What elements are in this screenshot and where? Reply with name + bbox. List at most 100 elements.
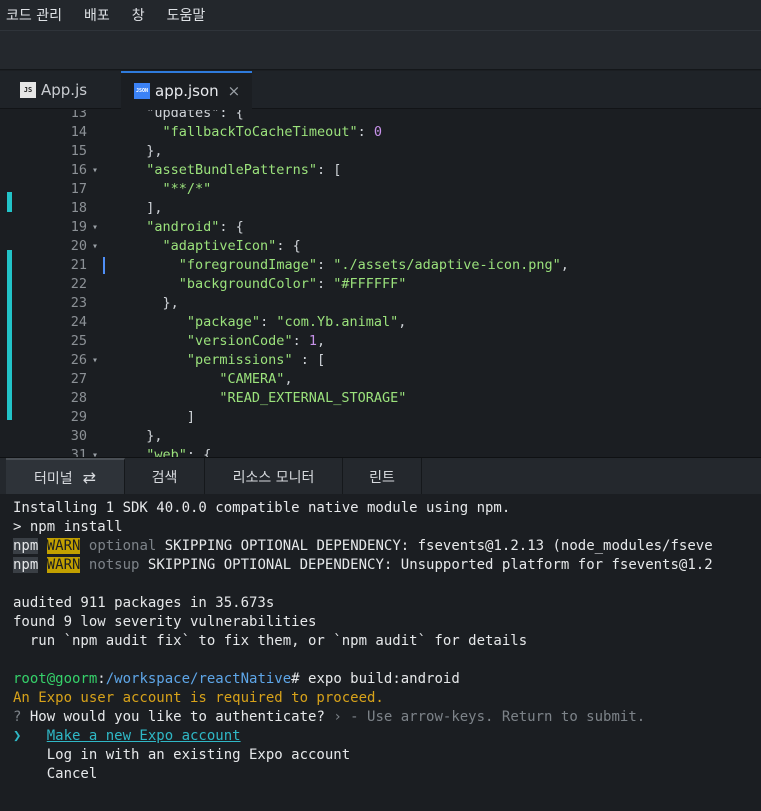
line-number: 16 xyxy=(70,162,87,178)
code-text: "fallbackToCacheTimeout": 0 xyxy=(162,124,382,140)
terminal-line: Cancel xyxy=(13,766,98,782)
menu-window[interactable]: 창 xyxy=(132,5,145,25)
line-number: 13 xyxy=(70,110,87,121)
code-line[interactable]: 22 "backgroundColor": "#FFFFFF" xyxy=(0,275,761,294)
code-text: "android": { xyxy=(146,219,244,235)
code-text: "web": { xyxy=(146,447,212,457)
line-number: 23 xyxy=(70,295,87,311)
js-file-icon: JS xyxy=(20,82,36,98)
fold-arrow-icon[interactable]: ▾ xyxy=(92,237,98,256)
fold-arrow-icon[interactable]: ▾ xyxy=(92,351,98,370)
code-line[interactable]: 18 ], xyxy=(0,199,761,218)
tab-search[interactable]: 검색 xyxy=(125,458,205,495)
fold-arrow-icon[interactable]: ▾ xyxy=(92,446,98,457)
line-number: 26 xyxy=(70,352,87,368)
tab-app-json[interactable]: JSON app.json × xyxy=(121,71,252,109)
line-number: 22 xyxy=(70,276,87,292)
tab-label: 리소스 모니터 xyxy=(232,469,315,486)
code-line[interactable]: 20 ▾ "adaptiveIcon": { xyxy=(0,237,761,256)
line-number: 27 xyxy=(70,371,87,387)
code-line[interactable]: 13 "updates": { xyxy=(0,110,761,123)
terminal-line: root@goorm:/workspace/reactNative# expo … xyxy=(13,671,460,687)
close-icon[interactable]: × xyxy=(228,82,241,100)
code-text: "backgroundColor": "#FFFFFF" xyxy=(178,276,407,292)
code-line[interactable]: 23 }, xyxy=(0,294,761,313)
fold-arrow-icon[interactable]: ▾ xyxy=(92,218,98,237)
code-text: }, xyxy=(146,143,163,159)
line-number: 21 xyxy=(70,257,87,273)
terminal-line: found 9 low severity vulnerabilities xyxy=(13,614,317,630)
code-text: "permissions" : [ xyxy=(186,352,326,368)
text-cursor xyxy=(103,257,105,274)
code-line[interactable]: 30 }, xyxy=(0,427,761,446)
terminal-line: Installing 1 SDK 40.0.0 compatible nativ… xyxy=(13,500,511,516)
code-line[interactable]: 29 ] xyxy=(0,408,761,427)
editor-tabbar: JS App.js JSON app.json × xyxy=(0,71,761,109)
menu-bar: 코드 관리 배포 창 도움말 xyxy=(0,0,761,30)
code-text: }, xyxy=(162,295,179,311)
line-number: 31 xyxy=(70,447,87,457)
code-line[interactable]: 19 ▾ "android": { xyxy=(0,218,761,237)
line-number: 20 xyxy=(70,238,87,254)
fold-arrow-icon[interactable]: ▾ xyxy=(92,161,98,180)
line-number: 30 xyxy=(70,428,87,444)
code-line[interactable]: 26 ▾ "permissions" : [ xyxy=(0,351,761,370)
terminal-line: ? How would you like to authenticate? › … xyxy=(13,709,646,725)
code-line[interactable]: 14 "fallbackToCacheTimeout": 0 xyxy=(0,123,761,142)
tab-lint[interactable]: 린트 xyxy=(343,458,422,495)
menu-code-management[interactable]: 코드 관리 xyxy=(6,5,62,25)
code-line[interactable]: 24 "package": "com.Yb.animal", xyxy=(0,313,761,332)
code-text: "updates": { xyxy=(146,110,244,121)
line-number: 15 xyxy=(70,143,87,159)
terminal-line: ❯ Make a new Expo account xyxy=(13,728,241,744)
code-text: ] xyxy=(186,409,196,425)
terminal-line: npm WARN optional SKIPPING OPTIONAL DEPE… xyxy=(13,538,713,554)
terminal-line: audited 911 packages in 35.673s xyxy=(13,595,275,611)
code-text: ], xyxy=(146,200,163,216)
code-text: "versionCode": 1, xyxy=(186,333,326,349)
tab-terminal[interactable]: 터미널 ⇄ xyxy=(6,458,125,495)
menu-deploy[interactable]: 배포 xyxy=(84,5,110,25)
code-line[interactable]: 16 ▾ "assetBundlePatterns": [ xyxy=(0,161,761,180)
code-line[interactable]: 27 "CAMERA", xyxy=(0,370,761,389)
code-text: "**/*" xyxy=(162,181,212,197)
json-file-icon: JSON xyxy=(134,83,150,99)
line-number: 24 xyxy=(70,314,87,330)
tab-label: App.js xyxy=(41,81,88,99)
tab-label: 터미널 xyxy=(33,470,73,487)
terminal-line: npm WARN notsup SKIPPING OPTIONAL DEPEND… xyxy=(13,557,713,573)
line-number: 29 xyxy=(70,409,87,425)
terminal-output[interactable]: Installing 1 SDK 40.0.0 compatible nativ… xyxy=(0,494,761,811)
code-text: "adaptiveIcon": { xyxy=(162,238,301,254)
code-line[interactable]: 21 "foregroundImage": "./assets/adaptive… xyxy=(0,256,761,275)
line-number: 28 xyxy=(70,390,87,406)
line-number: 14 xyxy=(70,124,87,140)
code-line[interactable]: 15 }, xyxy=(0,142,761,161)
code-line[interactable]: 31 ▾ "web": { xyxy=(0,446,761,457)
code-line[interactable]: 25 "versionCode": 1, xyxy=(0,332,761,351)
code-line[interactable]: 17 "**/*" xyxy=(0,180,761,199)
terminal-switch-icon[interactable]: ⇄ xyxy=(83,468,96,487)
terminal-line: run `npm audit fix` to fix them, or `npm… xyxy=(13,633,528,649)
terminal-line: > npm install xyxy=(13,519,123,535)
tab-app-js[interactable]: JS App.js xyxy=(12,71,120,109)
tab-label: 린트 xyxy=(369,469,395,486)
code-text: "package": "com.Yb.animal", xyxy=(186,314,407,330)
tab-label: 검색 xyxy=(151,469,178,486)
auth-option-new-account[interactable]: Make a new Expo account xyxy=(47,728,241,744)
terminal-line: Log in with an existing Expo account xyxy=(13,747,351,763)
menu-help[interactable]: 도움말 xyxy=(167,5,206,25)
code-text: "CAMERA", xyxy=(219,371,293,387)
code-text: "foregroundImage": "./assets/adaptive-ic… xyxy=(178,257,569,273)
code-line[interactable]: 28 "READ_EXTERNAL_STORAGE" xyxy=(0,389,761,408)
line-number: 25 xyxy=(70,333,87,349)
line-number: 17 xyxy=(70,181,87,197)
tab-resource-monitor[interactable]: 리소스 모니터 xyxy=(205,458,343,495)
code-editor[interactable]: 13 "updates": {14 "fallbackToCacheTimeou… xyxy=(0,110,761,457)
bottom-panel-tabs: 터미널 ⇄ 검색 리소스 모니터 린트 xyxy=(0,457,761,495)
tab-label: app.json xyxy=(155,82,219,100)
code-text: "assetBundlePatterns": [ xyxy=(146,162,342,178)
code-text: }, xyxy=(146,428,163,444)
toolbar xyxy=(0,30,761,70)
line-number: 19 xyxy=(70,219,87,235)
